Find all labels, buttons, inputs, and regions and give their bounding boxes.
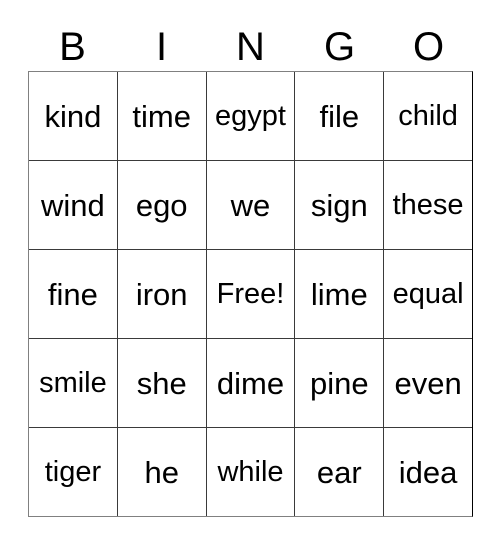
bingo-cell[interactable]: egypt bbox=[205, 72, 295, 160]
bingo-cell[interactable]: lime bbox=[294, 250, 384, 338]
bingo-cell-label: kind bbox=[44, 98, 102, 134]
bingo-row: kind time egypt file child bbox=[29, 72, 472, 160]
bingo-cell-label: time bbox=[132, 98, 191, 134]
bingo-header-letter-o: O bbox=[412, 24, 445, 69]
bingo-cell-label: sign bbox=[310, 187, 368, 223]
bingo-cell-label: tiger bbox=[44, 455, 102, 488]
bingo-cell-label: fine bbox=[47, 276, 98, 312]
bingo-cell-label: she bbox=[136, 365, 187, 401]
bingo-cell[interactable]: idea bbox=[383, 428, 472, 516]
bingo-cell[interactable]: file bbox=[294, 72, 384, 160]
bingo-header-letter-i: I bbox=[155, 24, 168, 69]
bingo-cell-label: while bbox=[217, 455, 284, 488]
bingo-cell[interactable]: fine bbox=[29, 250, 117, 338]
bingo-cell[interactable]: equal bbox=[383, 250, 472, 338]
bingo-row: fine iron Free! lime equal bbox=[29, 249, 472, 338]
bingo-header-letter-n: N bbox=[236, 24, 265, 69]
bingo-cell[interactable]: he bbox=[116, 428, 206, 516]
bingo-cell-label: ego bbox=[135, 187, 188, 223]
bingo-cell-label: egypt bbox=[215, 99, 286, 132]
bingo-cell-label: equal bbox=[392, 277, 464, 310]
bingo-cell-label: child bbox=[398, 99, 458, 132]
bingo-row: smile she dime pine even bbox=[29, 338, 472, 427]
bingo-cell-label: these bbox=[392, 188, 464, 221]
bingo-cell[interactable]: sign bbox=[294, 161, 384, 249]
bingo-cell-label: wind bbox=[41, 187, 105, 223]
bingo-row: wind ego we sign these bbox=[29, 160, 472, 249]
bingo-cell[interactable]: we bbox=[205, 161, 295, 249]
bingo-cell-label: we bbox=[230, 187, 271, 223]
bingo-cell-label: smile bbox=[39, 366, 107, 399]
bingo-header-letter-b: B bbox=[59, 24, 86, 69]
bingo-header-letter-g: G bbox=[323, 24, 356, 69]
bingo-cell[interactable]: tiger bbox=[29, 428, 117, 516]
bingo-row: tiger he while ear idea bbox=[29, 427, 472, 516]
bingo-cell[interactable]: pine bbox=[294, 339, 384, 427]
bingo-free-space-label: Free! bbox=[216, 277, 285, 310]
bingo-cell[interactable]: ear bbox=[294, 428, 384, 516]
bingo-cell[interactable]: child bbox=[383, 72, 472, 160]
bingo-cell[interactable]: even bbox=[383, 339, 472, 427]
bingo-cell-label: pine bbox=[309, 365, 369, 401]
bingo-cell[interactable]: she bbox=[116, 339, 206, 427]
bingo-cell[interactable]: wind bbox=[29, 161, 117, 249]
bingo-cell-label: iron bbox=[135, 276, 188, 312]
bingo-cell[interactable]: while bbox=[205, 428, 295, 516]
bingo-cell-label: idea bbox=[398, 454, 458, 490]
bingo-cell[interactable]: time bbox=[116, 72, 206, 160]
bingo-grid: kind time egypt file child wind ego we s… bbox=[28, 71, 473, 517]
bingo-cell-free-space[interactable]: Free! bbox=[205, 250, 295, 338]
bingo-cell[interactable]: kind bbox=[29, 72, 117, 160]
bingo-cell[interactable]: dime bbox=[205, 339, 295, 427]
bingo-cell-label: dime bbox=[216, 365, 285, 401]
bingo-cell[interactable]: iron bbox=[116, 250, 206, 338]
bingo-header-row: B I N G O bbox=[28, 22, 473, 71]
bingo-cell[interactable]: ego bbox=[116, 161, 206, 249]
bingo-cell-label: file bbox=[319, 98, 360, 134]
bingo-card: B I N G O kind time egypt file child win… bbox=[0, 0, 500, 544]
bingo-cell[interactable]: smile bbox=[29, 339, 117, 427]
bingo-cell[interactable]: these bbox=[383, 161, 472, 249]
bingo-cell-label: even bbox=[394, 365, 462, 401]
bingo-cell-label: he bbox=[144, 454, 179, 490]
bingo-cell-label: ear bbox=[316, 454, 362, 490]
bingo-cell-label: lime bbox=[310, 276, 368, 312]
